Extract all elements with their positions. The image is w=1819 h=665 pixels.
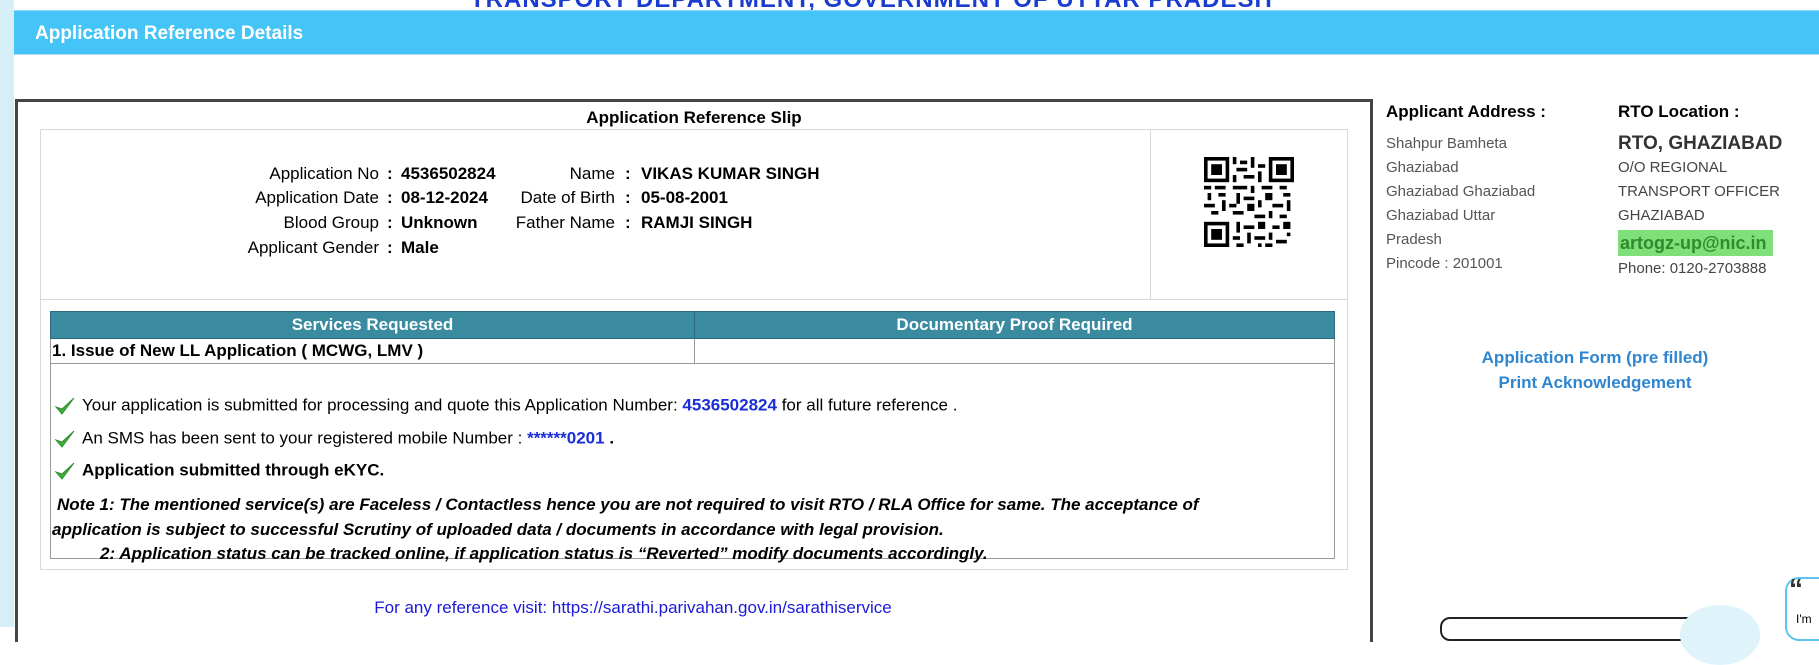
- panel-header: Application Reference Details: [14, 10, 1819, 55]
- colon: :: [387, 238, 393, 257]
- bottom-widget[interactable]: [1440, 617, 1704, 641]
- chat-widget-text: I'm: [1796, 612, 1812, 626]
- rto-email: artogz-up@nic.in: [1618, 230, 1773, 256]
- ekyc-text: Application submitted through eKYC.: [82, 460, 385, 480]
- name-value: VIKAS KUMAR SINGH: [641, 164, 820, 183]
- blood-group-value: Unknown: [401, 213, 478, 232]
- check-icon: [54, 397, 75, 415]
- application-no-value: 4536502824: [401, 164, 496, 183]
- application-date-value: 08-12-2024: [401, 188, 488, 207]
- gender-label: Applicant Gender: [247, 238, 379, 257]
- service-cell: 1. Issue of New LL Application ( MCWG, L…: [50, 338, 695, 364]
- address-line: Ghaziabad: [1386, 159, 1459, 176]
- application-date-label: Application Date: [255, 188, 379, 207]
- services-table: Services Requested Documentary Proof Req…: [50, 311, 1335, 364]
- dob-label: Date of Birth: [520, 188, 616, 207]
- submitted-message: Your application is submitted for proces…: [51, 395, 957, 417]
- reference-link[interactable]: For any reference visit: https://sarathi…: [268, 598, 998, 618]
- colon: :: [625, 164, 631, 183]
- father-name-label: Father Name: [515, 213, 615, 232]
- panel-divider: [14, 54, 1819, 55]
- sms-text: An SMS has been sent to your registered …: [82, 428, 523, 448]
- action-links: Application Form (pre filled) Print Ackn…: [1452, 345, 1738, 395]
- colon: :: [387, 213, 393, 232]
- note-2: 2: Application status can be tracked onl…: [100, 544, 988, 563]
- sms-text-end: .: [609, 428, 615, 448]
- left-edge-strip: [0, 0, 14, 627]
- applicant-info-box: Application No : 4536502824 Name : VIKAS…: [40, 129, 1348, 300]
- submitted-text: Your application is submitted for proces…: [82, 395, 678, 415]
- applicant-address: Applicant Address : Shahpur Bamheta Ghaz…: [1386, 100, 1546, 276]
- rto-location-heading: RTO Location :: [1618, 102, 1740, 121]
- colon: :: [625, 188, 631, 207]
- colon: :: [387, 164, 393, 183]
- sms-message: An SMS has been sent to your registered …: [51, 428, 614, 450]
- rto-name: RTO, GHAZIABAD: [1618, 133, 1783, 154]
- note-1-line-2: application is subject to successful Scr…: [52, 520, 944, 539]
- rto-address-line: GHAZIABAD: [1618, 207, 1705, 224]
- chat-bubble[interactable]: [1680, 605, 1760, 665]
- application-form-link[interactable]: Application Form (pre filled): [1452, 345, 1738, 370]
- column-header: Services Requested: [50, 311, 695, 339]
- application-number-highlight: 4536502824: [682, 395, 777, 415]
- rto-location: RTO Location : RTO, GHAZIABAD O/O REGION…: [1618, 100, 1782, 281]
- address-line: Ghaziabad Ghaziabad: [1386, 183, 1536, 200]
- submitted-text-end: for all future reference .: [781, 395, 958, 415]
- print-acknowledgement-link[interactable]: Print Acknowledgement: [1452, 370, 1738, 395]
- applicant-address-heading: Applicant Address :: [1386, 102, 1546, 121]
- rto-phone: Phone: 0120-2703888: [1618, 260, 1767, 277]
- application-no-label: Application No: [269, 164, 379, 183]
- messages-box: Your application is submitted for proces…: [50, 362, 1335, 563]
- rto-address-line: TRANSPORT OFFICER: [1618, 183, 1780, 200]
- quote-icon: “: [1789, 573, 1803, 604]
- qr-code-icon: [1204, 157, 1294, 247]
- table-header-row: Services Requested Documentary Proof Req…: [50, 311, 1335, 339]
- address-line: Pradesh: [1386, 231, 1442, 248]
- reference-slip: Application Reference Slip Application N…: [15, 99, 1373, 642]
- colon: :: [625, 213, 631, 232]
- table-row: 1. Issue of New LL Application ( MCWG, L…: [50, 338, 1335, 364]
- check-icon: [54, 462, 75, 480]
- rto-address-line: O/O REGIONAL: [1618, 159, 1728, 176]
- chat-widget[interactable]: “ I'm: [1785, 573, 1819, 641]
- blood-group-label: Blood Group: [283, 213, 379, 232]
- column-header: Documentary Proof Required: [694, 311, 1335, 339]
- check-icon: [54, 430, 75, 448]
- note-1-line-1: Note 1: The mentioned service(s) are Fac…: [57, 495, 1199, 514]
- father-name-value: RAMJI SINGH: [641, 213, 753, 232]
- gender-value: Male: [401, 238, 439, 257]
- address-line: Ghaziabad Uttar: [1386, 207, 1496, 224]
- address-line: Shahpur Bamheta: [1386, 135, 1507, 152]
- info-divider: [1150, 130, 1151, 299]
- colon: :: [387, 188, 393, 207]
- mobile-number: ******0201: [527, 428, 605, 448]
- slip-title: Application Reference Slip: [586, 108, 802, 127]
- address-line: Pincode : 201001: [1386, 255, 1503, 272]
- panel-title: Application Reference Details: [35, 23, 304, 44]
- name-label: Name: [569, 164, 615, 183]
- proof-cell: [694, 338, 1335, 364]
- ekyc-message: Application submitted through eKYC.: [51, 460, 384, 482]
- dob-value: 05-08-2001: [641, 188, 728, 207]
